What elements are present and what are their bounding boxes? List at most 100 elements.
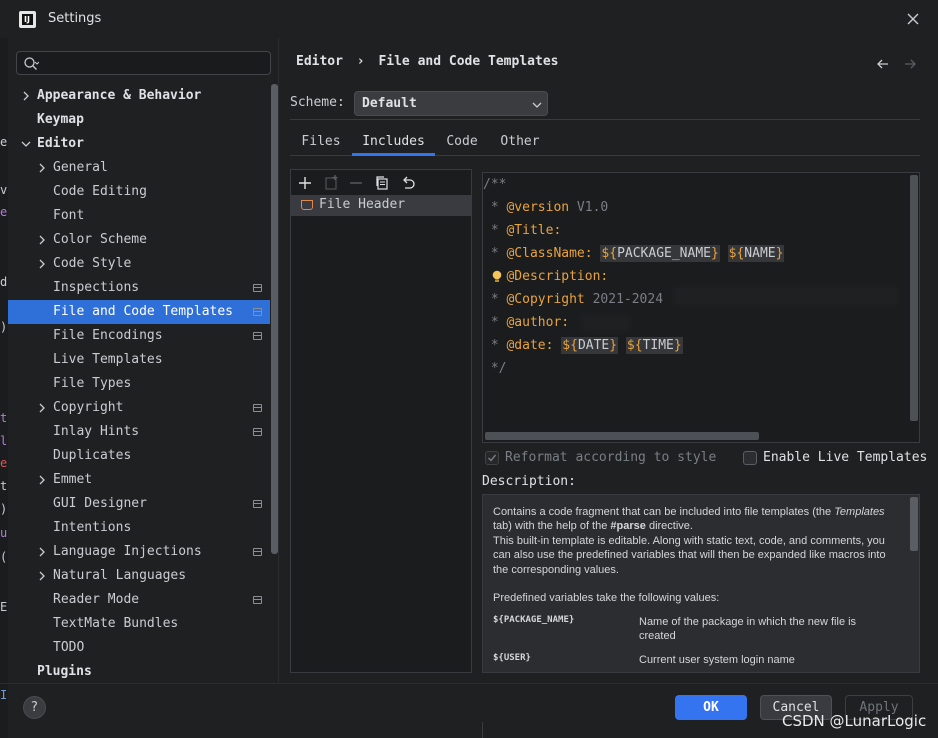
edge-glyph: E <box>0 600 8 614</box>
edge-glyph: e <box>0 456 8 470</box>
chevron-right-icon[interactable] <box>36 396 48 420</box>
sidebar-item-editor[interactable]: Editor <box>8 132 270 156</box>
scheme-dropdown[interactable]: Default <box>354 91 548 116</box>
chevron-right-icon[interactable] <box>36 564 48 588</box>
chevron-right-icon[interactable] <box>20 84 32 108</box>
scheme-label: Scheme: <box>290 95 345 110</box>
footer-divider <box>0 683 938 684</box>
sidebar-item-label: Code Editing <box>53 184 147 199</box>
edge-glyph: d. <box>0 275 8 289</box>
sidebar-item-intentions[interactable]: Intentions <box>8 516 270 540</box>
sidebar-item-live-templates[interactable]: Live Templates <box>8 348 270 372</box>
lightbulb-icon[interactable] <box>492 270 502 283</box>
code-line: * @ClassName: ${PACKAGE_NAME} ${NAME} <box>483 242 785 265</box>
breadcrumb-parent[interactable]: Editor <box>296 54 343 69</box>
sidebar-item-label: File and Code Templates <box>53 304 234 319</box>
sidebar-item-plugins[interactable]: Plugins <box>8 660 270 684</box>
code-text: */ <box>483 361 507 376</box>
sidebar-item-gui-designer[interactable]: GUI Designer <box>8 492 270 516</box>
sidebar-item-label: Code Style <box>53 256 132 271</box>
help-button[interactable]: ? <box>23 696 46 719</box>
sidebar-item-label: Natural Languages <box>53 568 187 583</box>
copy-icon[interactable] <box>373 174 391 192</box>
template-tabs: Files Includes Code Other <box>290 132 920 156</box>
sidebar-item-label: Color Scheme <box>53 232 147 247</box>
code-text: * <box>483 246 507 261</box>
sidebar-item-color-scheme[interactable]: Color Scheme <box>8 228 270 252</box>
sidebar-item-duplicates[interactable]: Duplicates <box>8 444 270 468</box>
sidebar-item-label: Reader Mode <box>53 592 140 607</box>
edge-glyph: v <box>0 183 8 197</box>
sidebar-item-code-editing[interactable]: Code Editing <box>8 180 270 204</box>
sidebar-item-copyright[interactable]: Copyright <box>8 396 270 420</box>
live-templates-label[interactable]: Enable Live Templates <box>763 450 927 465</box>
sidebar-item-code-style[interactable]: Code Style <box>8 252 270 276</box>
search-icon <box>24 57 39 70</box>
sidebar-item-inspections[interactable]: Inspections <box>8 276 270 300</box>
edge-glyph: ( <box>0 550 8 564</box>
sidebar-item-todo[interactable]: TODO <box>8 636 270 660</box>
editor-horizontal-scrollbar[interactable] <box>485 432 759 440</box>
settings-search[interactable] <box>16 51 271 75</box>
sidebar-item-font[interactable]: Font <box>8 204 270 228</box>
sidebar-item-appearance-behavior[interactable]: Appearance & Behavior <box>8 84 270 108</box>
intellij-logo-icon: IJ <box>19 11 36 28</box>
search-input[interactable] <box>45 54 265 72</box>
sidebar-item-keymap[interactable]: Keymap <box>8 108 270 132</box>
edge-glyph: e <box>0 205 8 219</box>
sidebar-item-label: TextMate Bundles <box>53 616 179 631</box>
sidebar-item-file-encodings[interactable]: File Encodings <box>8 324 270 348</box>
chevron-right-icon[interactable] <box>36 252 48 276</box>
edge-glyph: u <box>0 526 8 540</box>
template-editor[interactable]: /** * @version V1.0 * @Title: * @ClassNa… <box>482 172 920 443</box>
live-templates-checkbox[interactable] <box>743 451 757 465</box>
sidebar-item-textmate-bundles[interactable]: TextMate Bundles <box>8 612 270 636</box>
editor-vertical-scrollbar[interactable] <box>910 175 918 421</box>
divider <box>290 119 920 120</box>
tab-files[interactable]: Files <box>292 134 350 156</box>
code-text: * <box>483 292 507 307</box>
chevron-down-icon[interactable] <box>20 132 32 156</box>
sidebar-item-reader-mode[interactable]: Reader Mode <box>8 588 270 612</box>
sidebar-item-file-types[interactable]: File Types <box>8 372 270 396</box>
tree-scrollbar[interactable] <box>271 84 278 554</box>
close-icon[interactable] <box>903 9 923 29</box>
edge-glyph: t <box>0 479 8 493</box>
tab-other[interactable]: Other <box>492 134 548 156</box>
sidebar-item-label: Inlay Hints <box>53 424 140 439</box>
breadcrumb-current: File and Code Templates <box>378 54 559 69</box>
tab-includes[interactable]: Includes <box>352 134 435 156</box>
variable-description: Current user system login name <box>639 654 795 666</box>
sidebar-item-file-and-code-templates[interactable]: File and Code Templates <box>8 300 270 324</box>
template-variable: ${TIME} <box>625 337 683 354</box>
sidebar-item-label: General <box>53 160 108 175</box>
sidebar-item-label: Plugins <box>37 664 92 679</box>
template-toolbar <box>291 170 471 195</box>
description-scrollbar[interactable] <box>910 497 918 551</box>
add-icon[interactable] <box>296 174 314 192</box>
chevron-right-icon[interactable] <box>36 468 48 492</box>
ok-button[interactable]: OK <box>675 695 747 720</box>
code-text: * <box>483 223 507 238</box>
tab-code[interactable]: Code <box>438 134 486 156</box>
chevron-right-icon[interactable] <box>36 156 48 180</box>
code-text: /** <box>483 177 507 192</box>
back-arrow-icon[interactable] <box>875 56 891 72</box>
sidebar-item-inlay-hints[interactable]: Inlay Hints <box>8 420 270 444</box>
chevron-right-icon[interactable] <box>36 228 48 252</box>
window-title: Settings <box>48 11 102 26</box>
sidebar-item-natural-languages[interactable]: Natural Languages <box>8 564 270 588</box>
panel-divider[interactable] <box>278 38 279 683</box>
description-variables-intro: Predefined variables take the following … <box>493 592 720 604</box>
template-variable: ${PACKAGE_NAME} <box>600 245 720 262</box>
chevron-right-icon[interactable] <box>36 540 48 564</box>
sidebar-item-emmet[interactable]: Emmet <box>8 468 270 492</box>
reset-icon[interactable] <box>399 174 417 192</box>
include-template-icon <box>301 200 313 210</box>
sidebar-item-language-injections[interactable]: Language Injections <box>8 540 270 564</box>
project-scope-icon <box>253 596 262 604</box>
edge-glyph: e <box>0 135 8 149</box>
sidebar-item-general[interactable]: General <box>8 156 270 180</box>
list-item[interactable]: File Header <box>291 195 471 216</box>
code-line: * @author: <box>483 311 569 334</box>
